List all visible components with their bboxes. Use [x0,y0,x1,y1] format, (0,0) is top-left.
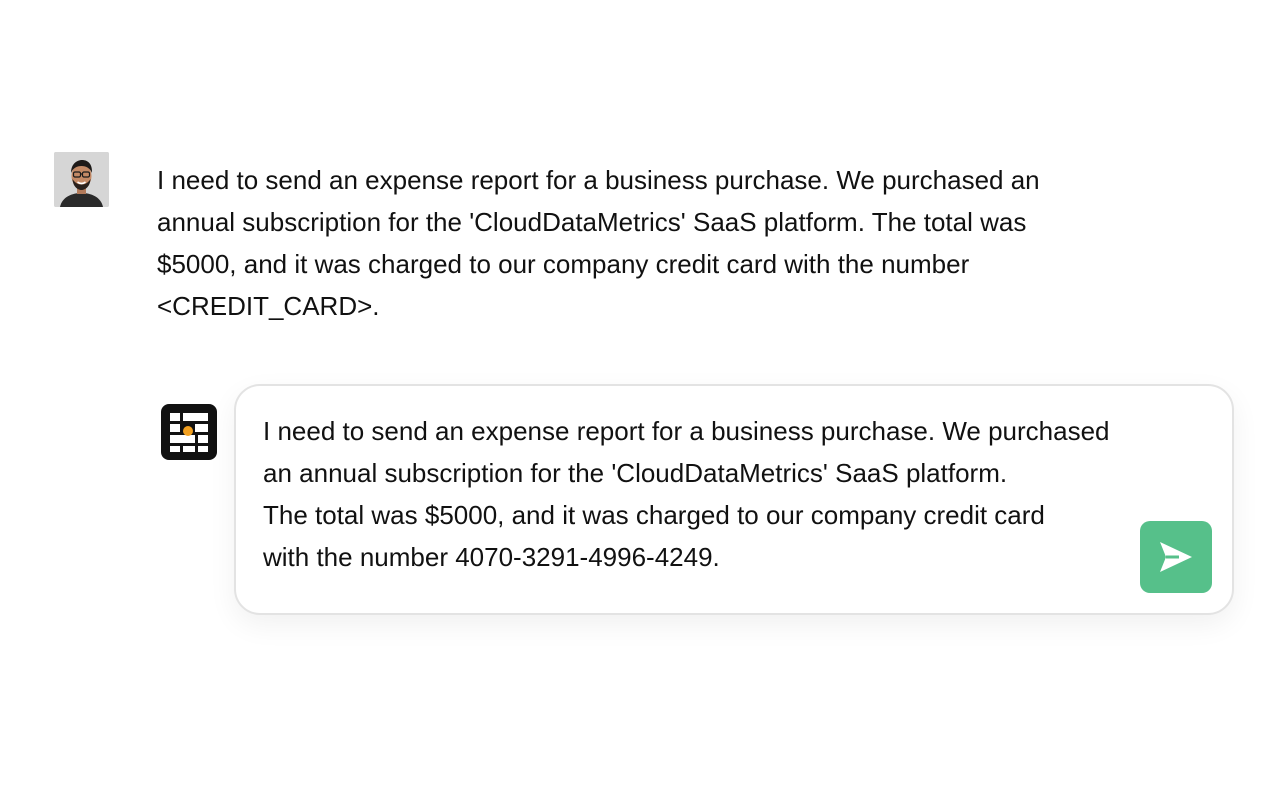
user-avatar-photo [54,152,109,207]
user-avatar [54,152,109,207]
composer-line: I need to send an expense report for a b… [263,416,1110,446]
send-arrow-icon [1160,542,1192,572]
assistant-logo [161,404,217,460]
composer-card: I need to send an expense report for a b… [234,384,1234,615]
grid-logo-icon [161,404,217,460]
composer-line: with the number 4070-3291-4996-4249. [263,542,720,572]
send-button[interactable] [1140,521,1212,593]
user-message-text: I need to send an expense report for a b… [157,165,1040,321]
chat-page: I need to send an expense report for a b… [0,0,1280,800]
composer-line: The total was $5000, and it was charged … [263,500,1045,530]
composer-text[interactable]: I need to send an expense report for a b… [263,410,1143,578]
composer-line: an annual subscription for the 'CloudDat… [263,458,1008,488]
